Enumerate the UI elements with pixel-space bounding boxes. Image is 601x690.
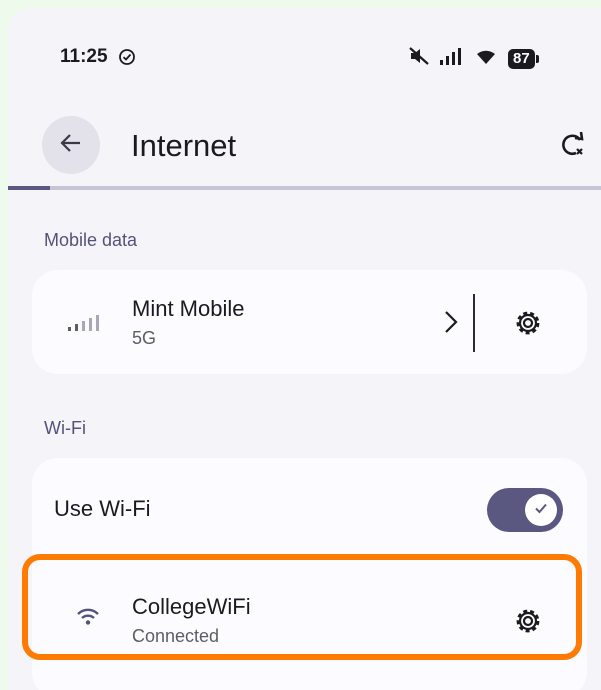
check-circle-icon — [118, 48, 136, 71]
check-icon — [533, 500, 549, 521]
battery-icon: 87 — [508, 48, 539, 69]
status-time: 11:25 — [60, 46, 108, 67]
divider — [473, 294, 475, 352]
cellular-signal-icon — [68, 312, 102, 337]
app-bar: Internet — [8, 108, 601, 186]
mobile-data-section-label: Mobile data — [44, 230, 138, 250]
refresh-icon[interactable] — [558, 130, 588, 165]
wifi-icon — [474, 47, 498, 70]
highlight-box — [22, 554, 582, 660]
carrier-name: Mint Mobile — [132, 296, 245, 321]
toggle-thumb — [525, 494, 557, 526]
back-button[interactable] — [42, 116, 100, 174]
mobile-data-card: Mint Mobile 5G — [32, 270, 587, 374]
use-wifi-label: Use Wi-Fi — [54, 496, 151, 521]
loading-progress-fill — [8, 186, 50, 190]
status-bar: 11:25 87 — [8, 8, 601, 108]
loading-progress-bar — [8, 186, 601, 190]
mobile-network-row[interactable]: Mint Mobile 5G — [132, 296, 244, 349]
use-wifi-toggle[interactable] — [487, 488, 563, 532]
status-icons: 87 — [408, 46, 539, 71]
mute-icon — [408, 46, 430, 71]
network-type: 5G — [132, 328, 157, 348]
wifi-section-label: Wi-Fi — [44, 418, 86, 438]
battery-level: 87 — [508, 48, 535, 69]
signal-icon — [440, 47, 464, 70]
back-arrow-icon — [58, 130, 84, 161]
page-title: Internet — [131, 128, 237, 163]
mobile-settings-gear-icon[interactable] — [512, 307, 544, 344]
chevron-right-icon[interactable] — [442, 308, 460, 341]
